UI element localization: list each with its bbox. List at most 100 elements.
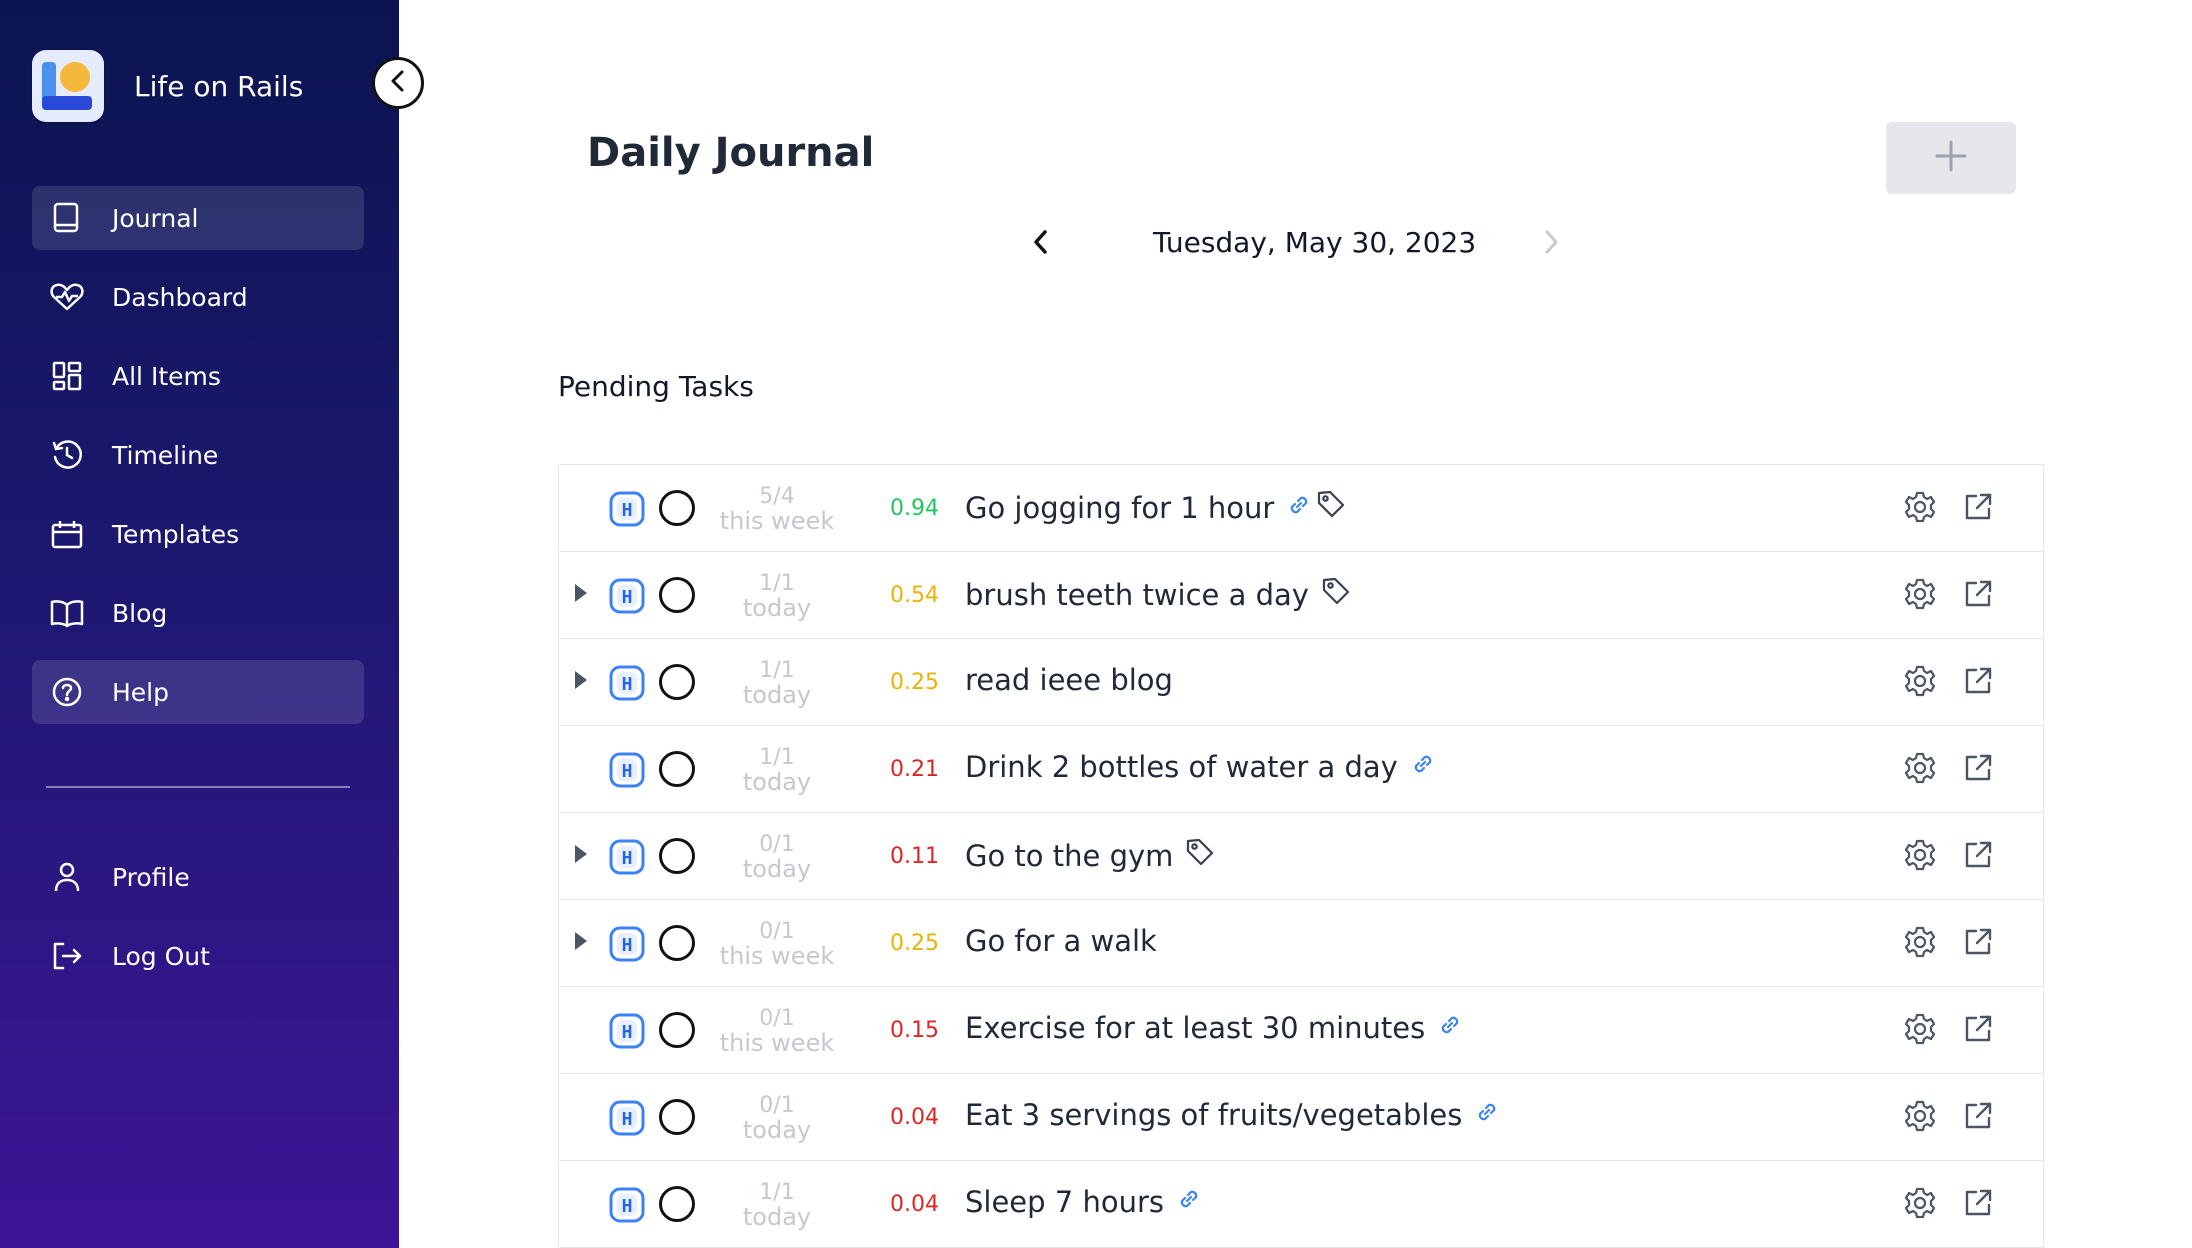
expand-caret-icon[interactable] bbox=[573, 930, 589, 956]
sidebar-item-timeline[interactable]: Timeline bbox=[32, 423, 364, 487]
external-link-icon[interactable] bbox=[1962, 1187, 1994, 1223]
complete-toggle[interactable] bbox=[659, 1012, 695, 1048]
progress-period: today bbox=[742, 1116, 812, 1144]
gear-icon[interactable] bbox=[1903, 1012, 1937, 1050]
svg-text:H: H bbox=[622, 1196, 633, 1217]
task-score: 0.21 bbox=[890, 757, 939, 782]
complete-toggle[interactable] bbox=[659, 751, 695, 787]
task-title-text: Exercise for at least 30 minutes bbox=[965, 1011, 1426, 1045]
external-link-icon[interactable] bbox=[1962, 665, 1994, 701]
complete-toggle[interactable] bbox=[659, 490, 695, 526]
task-title[interactable]: Go jogging for 1 hour bbox=[965, 489, 1346, 526]
progress-period: this week bbox=[719, 507, 835, 535]
gear-icon[interactable] bbox=[1903, 577, 1937, 615]
task-row[interactable]: H 1/1 today 0.25 read ieee blog bbox=[559, 639, 2043, 726]
expand-caret-icon[interactable] bbox=[573, 843, 589, 869]
task-title-text: read ieee blog bbox=[965, 663, 1173, 697]
sidebar-item-dashboard[interactable]: Dashboard bbox=[32, 265, 364, 329]
task-score: 0.25 bbox=[890, 931, 939, 956]
task-progress: 0/1 today bbox=[717, 1094, 837, 1144]
gear-icon[interactable] bbox=[1903, 664, 1937, 702]
task-row[interactable]: H 0/1 today 0.04 Eat 3 servings of fruit… bbox=[559, 1074, 2043, 1161]
tag-icon[interactable] bbox=[1321, 576, 1351, 613]
progress-period: today bbox=[742, 1203, 812, 1231]
task-title[interactable]: Go for a walk bbox=[965, 924, 1169, 958]
complete-toggle[interactable] bbox=[659, 925, 695, 961]
svg-text:H: H bbox=[622, 587, 633, 608]
collapse-sidebar-button[interactable] bbox=[372, 57, 424, 109]
complete-toggle[interactable] bbox=[659, 664, 695, 700]
gear-icon[interactable] bbox=[1903, 1099, 1937, 1137]
task-title[interactable]: Sleep 7 hours bbox=[965, 1185, 1206, 1219]
previous-day-button[interactable] bbox=[1030, 226, 1052, 262]
progress-period: this week bbox=[719, 1029, 835, 1057]
app-name: Life on Rails bbox=[134, 69, 304, 103]
sidebar-item-logout[interactable]: Log Out bbox=[32, 924, 364, 988]
complete-toggle[interactable] bbox=[659, 1186, 695, 1222]
expand-caret-icon[interactable] bbox=[573, 582, 589, 608]
external-link-icon[interactable] bbox=[1962, 926, 1994, 962]
complete-toggle[interactable] bbox=[659, 838, 695, 874]
task-title[interactable]: read ieee blog bbox=[965, 663, 1185, 697]
external-link-icon[interactable] bbox=[1962, 491, 1994, 527]
task-title[interactable]: Exercise for at least 30 minutes bbox=[965, 1011, 1467, 1045]
external-link-icon[interactable] bbox=[1962, 1100, 1994, 1136]
task-progress: 0/1 today bbox=[717, 833, 837, 882]
progress-period: today bbox=[742, 681, 812, 709]
sidebar-item-journal[interactable]: Journal bbox=[32, 186, 364, 250]
book-icon bbox=[50, 201, 84, 235]
sidebar-item-all-items[interactable]: All Items bbox=[32, 344, 364, 408]
task-score: 0.04 bbox=[890, 1105, 939, 1130]
task-title[interactable]: Eat 3 servings of fruits/vegetables bbox=[965, 1098, 1504, 1132]
gear-icon[interactable] bbox=[1903, 925, 1937, 963]
sidebar-item-help[interactable]: Help bbox=[32, 660, 364, 724]
link-icon[interactable] bbox=[1286, 491, 1312, 525]
external-link-icon[interactable] bbox=[1962, 1013, 1994, 1049]
complete-toggle[interactable] bbox=[659, 577, 695, 613]
progress-period: this week bbox=[719, 942, 835, 970]
add-button[interactable] bbox=[1886, 122, 2016, 194]
link-icon[interactable] bbox=[1437, 1011, 1463, 1045]
gear-icon[interactable] bbox=[1903, 490, 1937, 528]
link-icon[interactable] bbox=[1410, 750, 1436, 784]
sidebar-divider bbox=[46, 786, 350, 788]
task-progress: 0/1 this week bbox=[717, 920, 837, 970]
task-score: 0.11 bbox=[890, 844, 939, 869]
task-progress: 1/1 today bbox=[717, 1181, 837, 1231]
task-title-text: Go for a walk bbox=[965, 924, 1157, 958]
task-row[interactable]: H 1/1 today 0.21 Drink 2 bottles of wate… bbox=[559, 726, 2043, 813]
task-meta bbox=[1474, 1098, 1504, 1132]
task-row[interactable]: H 1/1 today 0.04 Sleep 7 hours bbox=[559, 1161, 2043, 1248]
task-row[interactable]: H 0/1 this week 0.25 Go for a walk bbox=[559, 900, 2043, 987]
link-icon[interactable] bbox=[1176, 1185, 1202, 1219]
gear-icon[interactable] bbox=[1903, 751, 1937, 789]
task-title[interactable]: brush teeth twice a day bbox=[965, 576, 1351, 613]
expand-caret-icon[interactable] bbox=[573, 669, 589, 695]
sidebar-item-profile[interactable]: Profile bbox=[32, 845, 364, 909]
gear-icon[interactable] bbox=[1903, 1186, 1937, 1224]
complete-toggle[interactable] bbox=[659, 1099, 695, 1135]
task-title[interactable]: Go to the gym bbox=[965, 837, 1215, 874]
tag-icon[interactable] bbox=[1316, 489, 1346, 526]
sidebar-item-templates[interactable]: Templates bbox=[32, 502, 364, 566]
tag-icon[interactable] bbox=[1185, 837, 1215, 874]
habit-badge-icon: H bbox=[609, 665, 645, 705]
gear-icon[interactable] bbox=[1903, 838, 1937, 876]
task-row[interactable]: H 1/1 today 0.54 brush teeth twice a day bbox=[559, 552, 2043, 639]
task-progress: 1/1 today bbox=[717, 572, 837, 621]
task-title[interactable]: Drink 2 bottles of water a day bbox=[965, 750, 1440, 784]
brand[interactable]: Life on Rails bbox=[32, 50, 303, 122]
external-link-icon[interactable] bbox=[1962, 839, 1994, 875]
task-row[interactable]: H 0/1 today 0.11 Go to the gym bbox=[559, 813, 2043, 900]
svg-text:H: H bbox=[622, 674, 633, 695]
task-row[interactable]: H 0/1 this week 0.15 Exercise for at lea… bbox=[559, 987, 2043, 1074]
task-progress: 1/1 today bbox=[717, 659, 837, 709]
link-icon[interactable] bbox=[1474, 1098, 1500, 1132]
next-day-button[interactable] bbox=[1540, 226, 1562, 262]
external-link-icon[interactable] bbox=[1962, 752, 1994, 788]
sidebar-item-blog[interactable]: Blog bbox=[32, 581, 364, 645]
task-list: H 5/4 this week 0.94 Go jogging for 1 ho… bbox=[558, 464, 2044, 1248]
task-row[interactable]: H 5/4 this week 0.94 Go jogging for 1 ho… bbox=[559, 465, 2043, 552]
external-link-icon[interactable] bbox=[1962, 578, 1994, 614]
progress-period: today bbox=[742, 768, 812, 796]
